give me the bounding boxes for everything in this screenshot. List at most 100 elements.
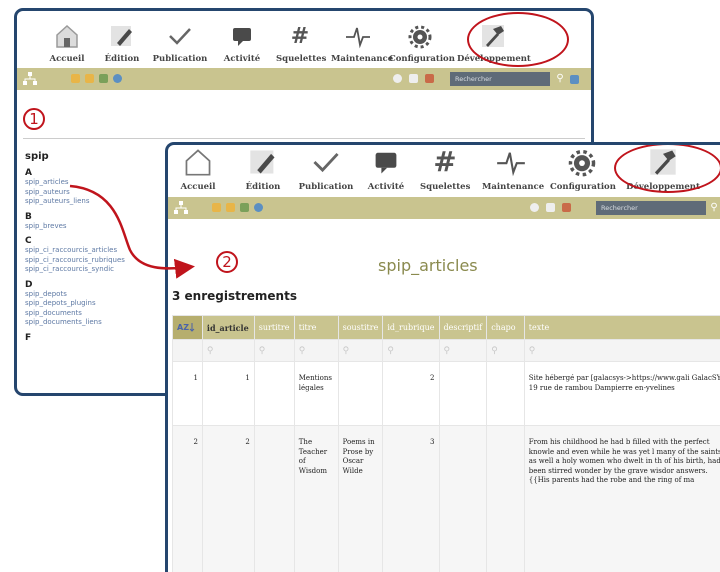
gear-icon xyxy=(567,147,597,177)
toolbar-publication[interactable]: Publication xyxy=(152,23,208,64)
column-header[interactable]: id_rubrique xyxy=(383,316,439,340)
messages-icon[interactable] xyxy=(530,203,539,212)
filter-cell[interactable]: ⚲ xyxy=(439,340,487,362)
shortcut-icon[interactable] xyxy=(85,74,94,83)
toolbar-configuration[interactable]: Configuration xyxy=(389,23,451,64)
toolbar-label: Édition xyxy=(102,54,142,64)
svg-text:AZ: AZ xyxy=(177,323,189,332)
gear-icon xyxy=(407,23,433,49)
table-row[interactable]: 2 2 The Teacher of Wisdom Poems in Prose… xyxy=(173,426,720,572)
search-input[interactable]: Rechercher xyxy=(596,201,706,215)
dropdown-icon[interactable] xyxy=(570,75,579,84)
cell-id-article: 2 xyxy=(202,426,254,572)
column-header[interactable]: titre xyxy=(294,316,338,340)
shortcut-icon[interactable] xyxy=(212,203,221,212)
house-icon xyxy=(54,23,80,49)
home-icon[interactable] xyxy=(562,203,571,212)
records-table: AZ id_article surtitre titre soustitre i… xyxy=(172,315,720,572)
toolbar-maintenance[interactable]: Maintenance xyxy=(482,147,540,192)
toolbar-label: Publication xyxy=(152,54,208,64)
search-icon: ⚲ xyxy=(444,346,451,356)
toolbar-label: Maintenance xyxy=(482,182,540,192)
filter-cell[interactable]: ⚲ xyxy=(338,340,383,362)
table-link[interactable]: spip_auteurs_liens xyxy=(25,197,175,207)
column-header[interactable]: chapo xyxy=(487,316,525,340)
column-header[interactable]: texte xyxy=(524,316,720,340)
table-link[interactable]: spip_ci_raccourcis_syndic xyxy=(25,265,175,275)
table-link[interactable]: spip_documents_liens xyxy=(25,318,175,328)
sitemap-icon[interactable] xyxy=(174,201,188,215)
svg-text:#: # xyxy=(433,147,456,177)
table-link[interactable]: spip_ci_raccourcis_articles xyxy=(25,246,175,256)
heartbeat-icon xyxy=(496,147,526,177)
toolbar-label: Accueil xyxy=(178,182,218,192)
table-link[interactable]: spip_auteurs xyxy=(25,188,175,198)
search-icon: ⚲ xyxy=(491,346,498,356)
search-icon: ⚲ xyxy=(207,346,214,356)
cell-texte: Site hébergé par [galacsys->https://www.… xyxy=(524,362,720,426)
group-letter: B xyxy=(25,212,175,222)
column-header[interactable]: id_article xyxy=(202,316,254,340)
filter-cell[interactable]: ⚲ xyxy=(254,340,294,362)
toolbar-squelettes[interactable]: # Squelettes xyxy=(420,147,470,192)
cell-id-rubrique: 3 xyxy=(383,426,439,572)
table-link[interactable]: spip_depots_plugins xyxy=(25,299,175,309)
filter-cell[interactable]: ⚲ xyxy=(294,340,338,362)
shortcut-icon[interactable] xyxy=(254,203,263,212)
sort-column[interactable]: AZ xyxy=(173,316,203,340)
table-row[interactable]: 1 1 Mentions légales 2 Site hébergé par … xyxy=(173,362,720,426)
hash-icon: # xyxy=(287,23,313,49)
heartbeat-icon xyxy=(345,23,371,49)
shortcut-icon[interactable] xyxy=(71,74,80,83)
table-link[interactable]: spip_depots xyxy=(25,290,175,300)
shortcut-icon[interactable] xyxy=(113,74,122,83)
shortcut-icon[interactable] xyxy=(99,74,108,83)
column-header[interactable]: surtitre xyxy=(254,316,294,340)
cell-surtitre xyxy=(254,426,294,572)
cell-chapo xyxy=(487,362,525,426)
shortcut-icon[interactable] xyxy=(226,203,235,212)
search-icon[interactable]: ⚲ xyxy=(708,202,720,214)
toolbar-edition[interactable]: Édition xyxy=(102,23,142,64)
cell-soustitre xyxy=(338,362,383,426)
sitemap-icon[interactable] xyxy=(23,72,37,86)
cell-chapo xyxy=(487,426,525,572)
home-icon[interactable] xyxy=(425,74,434,83)
search-icon[interactable]: ⚲ xyxy=(554,73,566,85)
toolbar-squelettes[interactable]: # Squelettes xyxy=(276,23,324,64)
search-icon: ⚲ xyxy=(299,346,306,356)
toolbar-accueil[interactable]: Accueil xyxy=(178,147,218,192)
toolbar-accueil[interactable]: Accueil xyxy=(47,23,87,64)
filter-cell[interactable]: ⚲ xyxy=(202,340,254,362)
toolbar-label: Configuration xyxy=(550,182,614,192)
sub-toolbar: Rechercher ⚲ xyxy=(168,197,720,219)
toolbar-edition[interactable]: Édition xyxy=(243,147,283,192)
toolbar-publication[interactable]: Publication xyxy=(298,147,354,192)
mail-icon[interactable] xyxy=(409,74,418,83)
table-link-spip-articles[interactable]: spip_articles xyxy=(25,178,175,188)
column-header[interactable]: soustitre xyxy=(338,316,383,340)
toolbar-maintenance[interactable]: Maintenance xyxy=(331,23,385,64)
shortcut-icon[interactable] xyxy=(240,203,249,212)
checkmark-icon xyxy=(311,147,341,177)
row-number: 2 xyxy=(173,426,203,572)
filter-cell[interactable]: ⚲ xyxy=(383,340,439,362)
filter-cell[interactable]: ⚲ xyxy=(487,340,525,362)
row-number: 1 xyxy=(173,362,203,426)
messages-icon[interactable] xyxy=(393,74,402,83)
pencil-icon xyxy=(109,23,135,49)
search-icon: ⚲ xyxy=(387,346,394,356)
toolbar-activite[interactable]: Activité xyxy=(364,147,408,192)
column-header[interactable]: descriptif xyxy=(439,316,487,340)
table-link[interactable]: spip_breves xyxy=(25,222,175,232)
hash-icon: # xyxy=(430,147,460,177)
toolbar-activite[interactable]: Activité xyxy=(220,23,264,64)
search-input[interactable]: Rechercher xyxy=(450,72,550,86)
search-icon: ⚲ xyxy=(343,346,350,356)
table-link[interactable]: spip_ci_raccourcis_rubriques xyxy=(25,256,175,266)
toolbar-label: Publication xyxy=(298,182,354,192)
table-link[interactable]: spip_documents xyxy=(25,309,175,319)
filter-cell[interactable]: ⚲ xyxy=(524,340,720,362)
mail-icon[interactable] xyxy=(546,203,555,212)
toolbar-configuration[interactable]: Configuration xyxy=(550,147,614,192)
